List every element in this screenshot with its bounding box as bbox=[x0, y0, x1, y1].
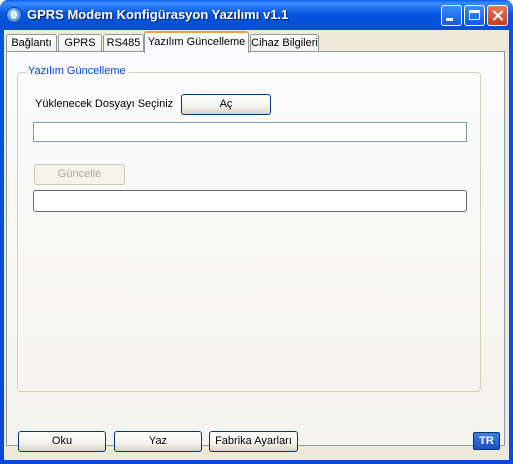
groupbox-title: Yazılım Güncelleme bbox=[26, 65, 128, 77]
update-groupbox: Yazılım Güncelleme Yüklenecek Dosyayı Se… bbox=[17, 65, 481, 392]
maximize-icon[interactable] bbox=[464, 5, 485, 26]
factory-reset-button[interactable]: Fabrika Ayarları bbox=[209, 431, 298, 452]
tab-strip: Bağlantı GPRS RS485 Yazılım Güncelleme C… bbox=[4, 30, 509, 53]
language-button[interactable]: TR bbox=[473, 432, 500, 450]
update-button[interactable]: Güncelle bbox=[34, 164, 125, 185]
select-file-label: Yüklenecek Dosyayı Seçiniz bbox=[35, 98, 174, 110]
minimize-icon[interactable] bbox=[441, 5, 462, 26]
title-bar[interactable]: GPRS Modem Konfigürasyon Yazılımı v1.1 bbox=[0, 0, 513, 30]
open-file-button[interactable]: Aç bbox=[181, 94, 271, 115]
client-area: Bağlantı GPRS RS485 Yazılım Güncelleme C… bbox=[4, 30, 509, 460]
app-window: GPRS Modem Konfigürasyon Yazılımı v1.1 B… bbox=[0, 0, 513, 464]
file-path-input[interactable] bbox=[33, 122, 467, 142]
tab-gprs[interactable]: GPRS bbox=[58, 34, 102, 52]
tab-yazilim-guncelleme[interactable]: Yazılım Güncelleme bbox=[144, 31, 249, 53]
write-button[interactable]: Yaz bbox=[114, 431, 202, 452]
tab-baglanti[interactable]: Bağlantı bbox=[6, 34, 57, 52]
app-icon[interactable] bbox=[6, 7, 22, 23]
update-progress-bar bbox=[33, 190, 467, 212]
tab-cihaz-bilgileri[interactable]: Cihaz Bilgileri bbox=[250, 34, 319, 52]
tab-page-yazilim-guncelleme: Yazılım Güncelleme Yüklenecek Dosyayı Se… bbox=[6, 51, 505, 446]
window-title: GPRS Modem Konfigürasyon Yazılımı v1.1 bbox=[27, 7, 289, 22]
close-icon[interactable] bbox=[487, 5, 508, 26]
tab-rs485[interactable]: RS485 bbox=[103, 34, 144, 52]
read-button[interactable]: Oku bbox=[18, 431, 106, 452]
